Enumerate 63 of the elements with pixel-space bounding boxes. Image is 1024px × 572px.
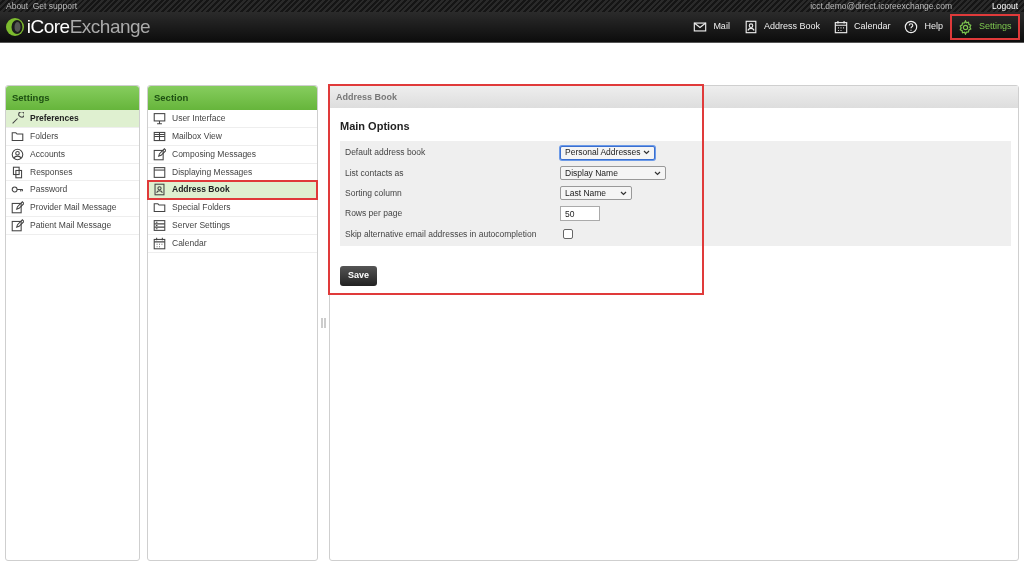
edit-icon [11, 218, 24, 232]
dropdown[interactable]: Personal Addresses [560, 145, 655, 160]
menu-item[interactable]: Server Settings [148, 217, 317, 235]
menu-item[interactable]: Provider Mail Message [6, 199, 139, 218]
menu-item[interactable]: Responses [6, 163, 139, 182]
field-label: Skip alternative email addresses in autocompletion [345, 227, 538, 241]
settings-icon [957, 19, 973, 35]
logo-icon [4, 17, 25, 37]
field-label: Rows per page [345, 207, 404, 221]
menu-item[interactable]: Password [6, 181, 139, 200]
nav-link[interactable]: Mail [686, 14, 737, 40]
menu-item[interactable]: Folders [6, 128, 139, 146]
monitor-icon [153, 112, 166, 126]
caret-icon [654, 170, 661, 176]
contact-card-icon [743, 20, 758, 34]
splitter-grip-icon[interactable] [321, 318, 326, 328]
save-button[interactable]: Save [340, 266, 378, 286]
nav-link[interactable]: Settings [949, 14, 1020, 40]
panel-header: Section [148, 86, 317, 111]
folder-icon [11, 129, 24, 143]
panel-header: Address Book [330, 86, 1018, 108]
field-label: List contacts as [345, 166, 405, 180]
panel-header: Settings [6, 86, 139, 111]
user-email: icct.demo@direct.icoreexchange.com [810, 0, 952, 12]
logo-text: iCoreExchange [26, 14, 151, 39]
menu-item[interactable]: Composing Messages [148, 145, 317, 164]
window-icon [153, 165, 166, 179]
mail-icon [693, 20, 708, 34]
menu-item[interactable]: User Interface [148, 110, 317, 129]
caret-icon [620, 190, 627, 196]
menu-item[interactable]: Patient Mail Message [6, 217, 139, 235]
calendar-icon [833, 20, 848, 34]
field-label: Default address book [345, 146, 427, 160]
checkbox[interactable] [563, 229, 573, 240]
edit-icon [11, 201, 24, 215]
menu-item[interactable]: Mailbox View [148, 128, 317, 146]
menu-item[interactable]: Address Book [148, 181, 317, 200]
dropdown[interactable]: Last Name [560, 186, 632, 201]
field-label: Sorting column [345, 187, 403, 200]
logout-link[interactable]: Logout [992, 0, 1018, 12]
contact-card-icon [153, 183, 166, 197]
top-link[interactable]: About [6, 0, 29, 12]
menu-item[interactable]: Preferences [6, 110, 139, 129]
wrench-icon [11, 112, 24, 126]
folder-icon [153, 201, 166, 215]
server-icon [153, 218, 166, 232]
help-icon [904, 20, 919, 34]
menu-item[interactable]: Accounts [6, 145, 139, 164]
input-field[interactable]: 50 [560, 206, 600, 222]
user-circle-icon [11, 147, 24, 161]
section-heading: Main Options [340, 119, 411, 134]
menu-item[interactable]: Calendar [148, 234, 317, 253]
nav-link[interactable]: Calendar [826, 14, 898, 40]
calendar-icon [153, 236, 166, 250]
edit-icon [153, 147, 166, 161]
nav-link[interactable]: Help [897, 14, 950, 40]
menu-item[interactable]: Special Folders [148, 199, 317, 218]
dropdown[interactable]: Display Name [560, 166, 666, 181]
table-icon [153, 129, 166, 143]
documents-icon [11, 165, 24, 179]
nav-link[interactable]: Address Book [736, 14, 827, 40]
caret-icon [643, 150, 650, 156]
top-link[interactable]: Get support [32, 0, 78, 12]
